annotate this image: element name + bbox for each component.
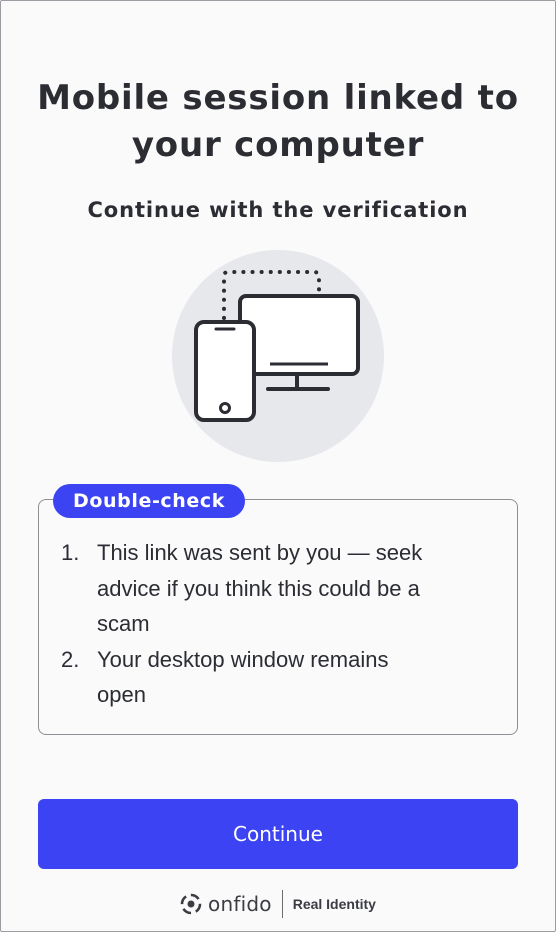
list-item-number: 1. <box>61 540 80 565</box>
list-item-text-line: advice if you think this could be a <box>97 575 420 601</box>
list-item-text: This link was sent by you — seek advice … <box>97 535 422 642</box>
footer-branding: onfido Real Identity <box>1 888 555 920</box>
onfido-logo-icon <box>180 893 202 915</box>
page-title-line-2: your computer <box>131 125 425 165</box>
list-item: 2. Your desktop window remains open <box>61 642 497 713</box>
list-item-text-line: This link was sent by you — seek <box>97 540 423 565</box>
page-title: Mobile session linked to your computer <box>1 75 555 169</box>
page-title-line-1: Mobile session linked to <box>37 78 519 118</box>
continue-button[interactable]: Continue <box>38 799 518 869</box>
phone-linked-to-desktop-icon <box>172 250 384 462</box>
double-check-badge: Double-check <box>53 484 246 518</box>
brand-tagline: Real Identity <box>292 896 376 912</box>
footer-divider <box>281 890 283 918</box>
app-frame: Mobile session linked to your computer C… <box>0 0 556 932</box>
list-item-number: 2. <box>61 646 80 672</box>
page-subtitle: Continue with the verification <box>87 198 469 222</box>
list-item: 1. This link was sent by you — seek advi… <box>61 535 497 642</box>
list-item-text-line: open <box>97 682 146 707</box>
list-item-text-line: Your desktop window remains <box>97 646 389 672</box>
list-item-text-line: scam <box>97 611 150 636</box>
double-check-panel: Double-check 1. This link was sent by yo… <box>38 484 518 735</box>
double-check-list: 1. This link was sent by you — seek advi… <box>61 535 497 713</box>
list-item-text: Your desktop window remains open <box>97 642 388 713</box>
brand-name: onfido <box>208 892 272 916</box>
